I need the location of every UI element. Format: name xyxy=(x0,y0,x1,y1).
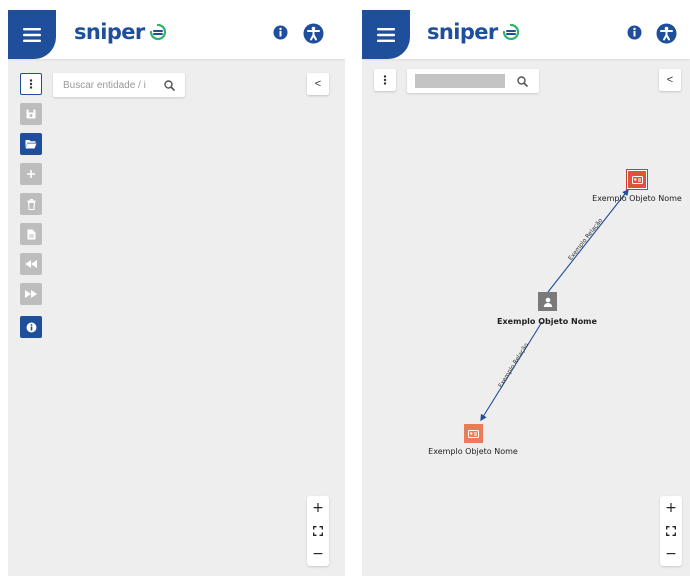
fit-screen-button[interactable] xyxy=(307,519,329,542)
left-panel: sniper Buscar entidade / i < + − xyxy=(8,10,345,576)
add-button[interactable] xyxy=(20,163,42,185)
graph-node[interactable] xyxy=(627,170,647,189)
file-icon xyxy=(27,229,35,239)
accessibility-button[interactable] xyxy=(303,23,324,44)
more-options-button[interactable] xyxy=(20,73,42,95)
trash-icon xyxy=(27,198,35,210)
rewind-icon xyxy=(25,260,37,268)
search-input[interactable] xyxy=(63,79,164,91)
graph-node-label: Exemplo Objeto Nome xyxy=(497,317,597,326)
delete-button[interactable] xyxy=(20,193,42,215)
vertical-dots-icon xyxy=(29,79,33,89)
zoom-in-button[interactable]: + xyxy=(307,496,329,519)
collapse-panel-button[interactable]: < xyxy=(307,73,329,95)
graph-edges xyxy=(480,188,629,422)
right-panel: sniper < Exemplo Relação Exemplo Relação xyxy=(362,10,690,576)
back-button[interactable] xyxy=(20,253,42,275)
info-panel-button[interactable] xyxy=(20,316,42,338)
fit-screen-icon xyxy=(313,525,323,536)
logo-mark-icon xyxy=(149,23,166,41)
forward-button[interactable] xyxy=(20,283,42,305)
zoom-out-button[interactable]: − xyxy=(660,542,682,565)
open-button[interactable] xyxy=(20,133,42,155)
save-icon xyxy=(26,109,36,119)
zoom-out-button[interactable]: − xyxy=(307,542,329,565)
zoom-controls: + − xyxy=(660,496,682,566)
graph-node[interactable] xyxy=(538,292,557,311)
id-card-icon xyxy=(468,429,479,438)
logo-text: sniper xyxy=(74,20,145,44)
app-header: sniper xyxy=(8,10,345,59)
id-card-icon xyxy=(631,175,643,184)
info-button[interactable] xyxy=(273,25,288,40)
zoom-in-button[interactable]: + xyxy=(660,496,682,519)
info-icon xyxy=(26,322,36,332)
person-icon xyxy=(543,297,552,307)
search-field[interactable] xyxy=(53,73,185,97)
fit-screen-icon xyxy=(666,525,676,536)
plus-icon xyxy=(27,170,35,178)
graph-node-label: Exemplo Objeto Nome xyxy=(592,194,682,203)
accessibility-icon xyxy=(303,23,324,44)
folder-open-icon xyxy=(25,140,37,149)
graph-node-label: Exemplo Objeto Nome xyxy=(428,447,518,456)
graph-node[interactable] xyxy=(464,424,483,443)
menu-button[interactable] xyxy=(8,10,56,59)
info-icon xyxy=(273,25,288,40)
fast-forward-icon xyxy=(25,290,37,298)
zoom-controls: + − xyxy=(307,496,329,566)
save-button[interactable] xyxy=(20,103,42,125)
export-button[interactable] xyxy=(20,223,42,245)
search-icon[interactable] xyxy=(164,79,175,91)
fit-screen-button[interactable] xyxy=(660,519,682,542)
sniper-logo: sniper xyxy=(74,20,167,44)
hamburger-icon xyxy=(23,27,41,42)
